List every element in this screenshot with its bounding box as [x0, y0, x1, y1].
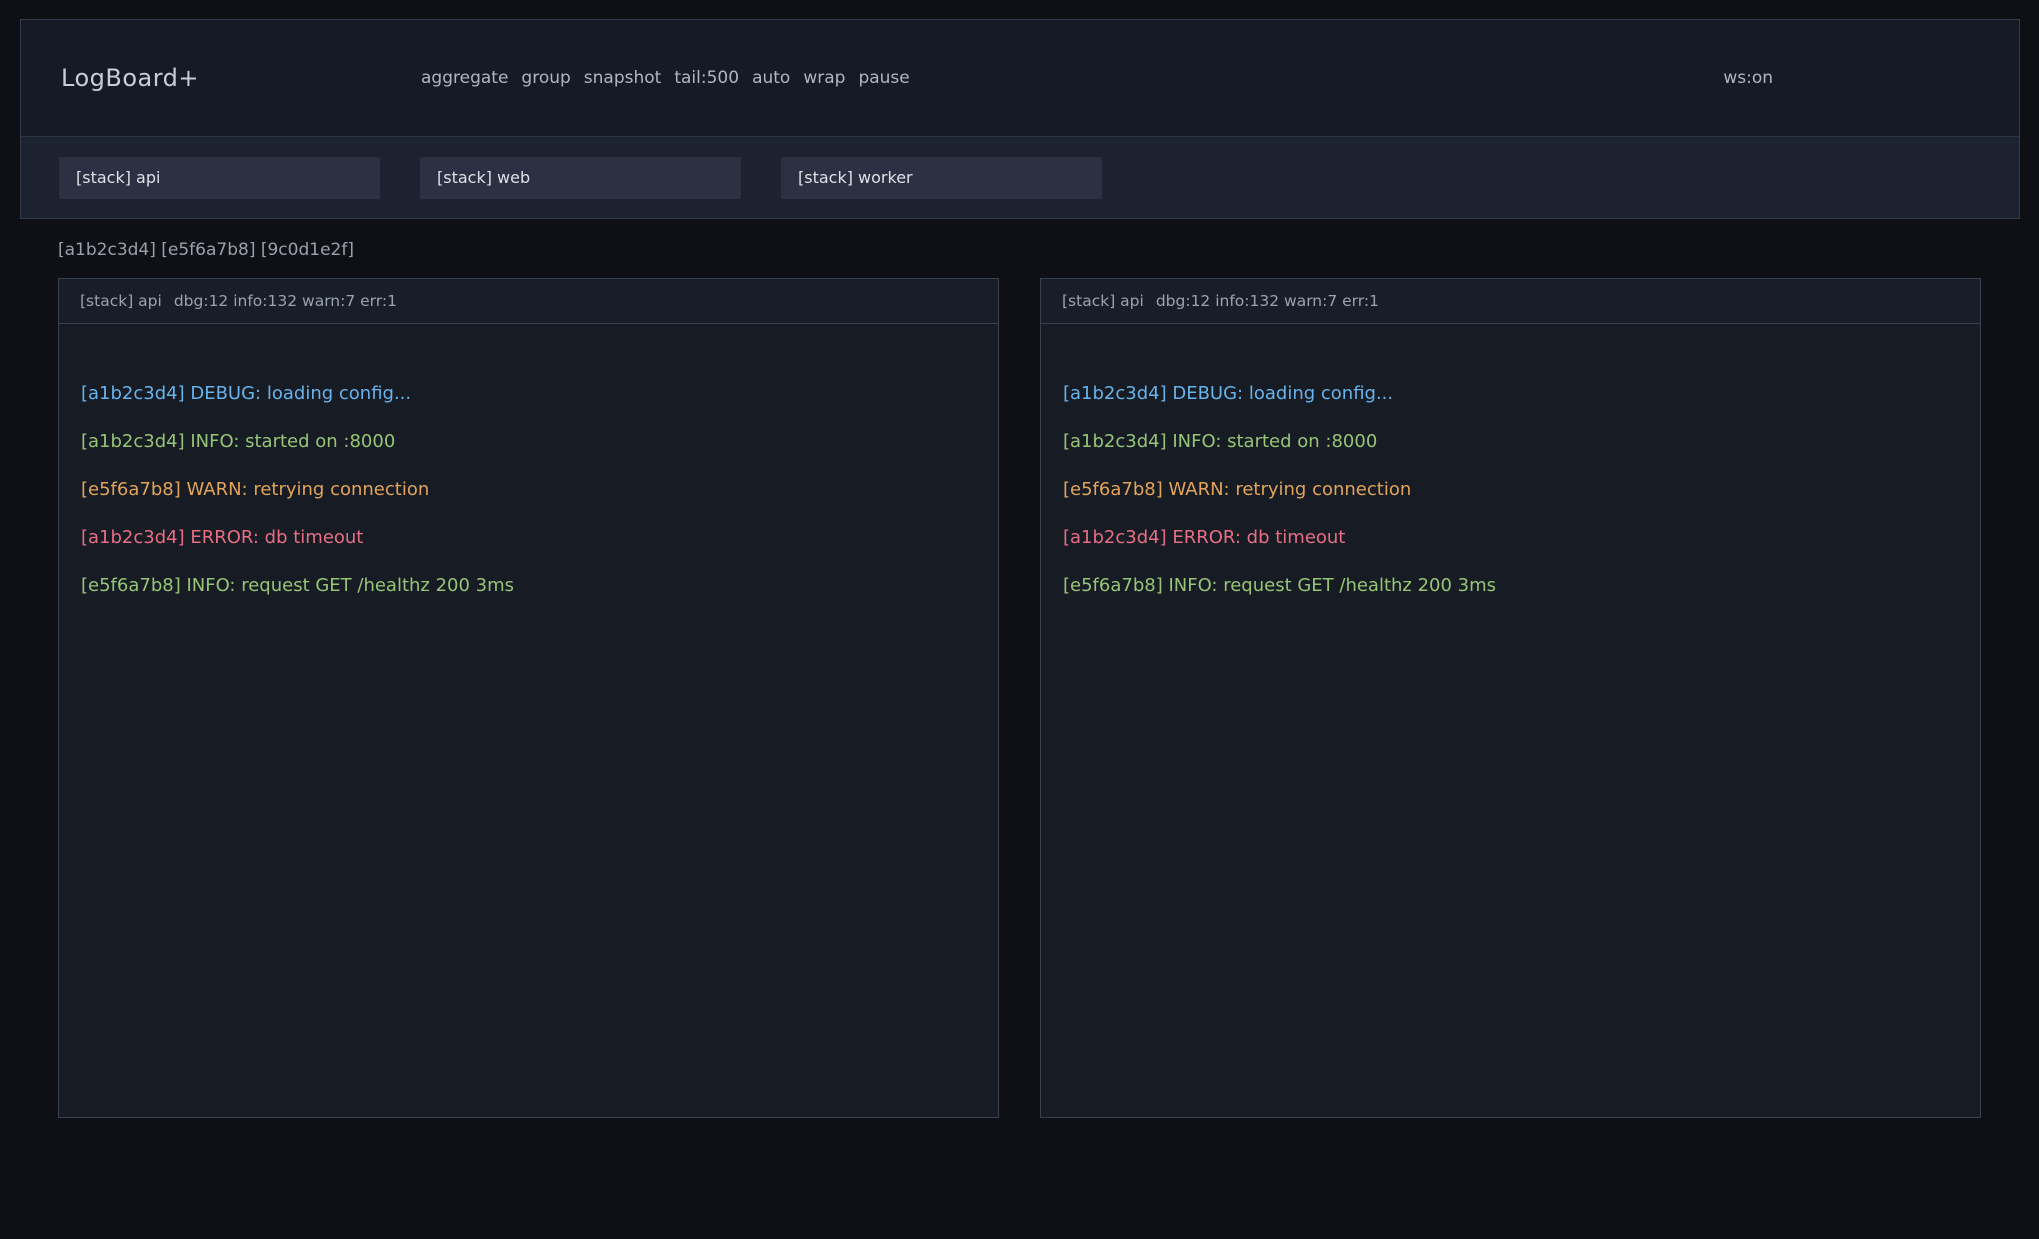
- tab-stack-api[interactable]: [stack] api: [59, 157, 380, 199]
- log-line: [e5f6a7b8] WARN: retrying connection: [1063, 466, 1958, 514]
- log-line: [a1b2c3d4] ERROR: db timeout: [1063, 514, 1958, 562]
- menu-item-snapshot[interactable]: snapshot: [584, 68, 662, 88]
- tab-stack-worker[interactable]: [stack] worker: [781, 157, 1102, 199]
- log-line: [e5f6a7b8] WARN: retrying connection: [81, 466, 976, 514]
- log-panels: [stack] api dbg:12 info:132 warn:7 err:1…: [58, 278, 1981, 1118]
- menu-item-wrap[interactable]: wrap: [803, 68, 845, 88]
- panel-stats: dbg:12 info:132 warn:7 err:1: [174, 292, 397, 310]
- log-line: [a1b2c3d4] INFO: started on :8000: [81, 418, 976, 466]
- panel-source-label: [stack] api: [1062, 292, 1144, 310]
- ws-status-toggle[interactable]: ws:on: [1723, 68, 1773, 88]
- log-panel-header: [stack] api dbg:12 info:132 warn:7 err:1: [59, 279, 998, 324]
- panel-stats: dbg:12 info:132 warn:7 err:1: [1156, 292, 1379, 310]
- log-line: [a1b2c3d4] DEBUG: loading config...: [1063, 370, 1958, 418]
- panel-source-label: [stack] api: [80, 292, 162, 310]
- app-title: LogBoard+: [61, 64, 421, 92]
- trace-id-list: [a1b2c3d4] [e5f6a7b8] [9c0d1e2f]: [58, 240, 354, 260]
- log-panel-left: [stack] api dbg:12 info:132 warn:7 err:1…: [58, 278, 999, 1118]
- stream-tabs: [stack] api [stack] web [stack] worker: [21, 137, 2019, 218]
- log-line: [e5f6a7b8] INFO: request GET /healthz 20…: [1063, 562, 1958, 610]
- log-line: [e5f6a7b8] INFO: request GET /healthz 20…: [81, 562, 976, 610]
- log-line: [a1b2c3d4] ERROR: db timeout: [81, 514, 976, 562]
- menu-item-pause[interactable]: pause: [858, 68, 909, 88]
- log-panel-header: [stack] api dbg:12 info:132 warn:7 err:1: [1041, 279, 1980, 324]
- menu-item-auto[interactable]: auto: [752, 68, 790, 88]
- topbar-main: LogBoard+ aggregate group snapshot tail:…: [21, 20, 2019, 137]
- menu-item-aggregate[interactable]: aggregate: [421, 68, 508, 88]
- tab-stack-web[interactable]: [stack] web: [420, 157, 741, 199]
- toolbar: aggregate group snapshot tail:500 auto w…: [421, 68, 910, 88]
- menu-item-tail[interactable]: tail:500: [674, 68, 739, 88]
- menu-item-group[interactable]: group: [521, 68, 570, 88]
- topbar: LogBoard+ aggregate group snapshot tail:…: [20, 19, 2020, 219]
- log-line: [a1b2c3d4] DEBUG: loading config...: [81, 370, 976, 418]
- log-line: [a1b2c3d4] INFO: started on :8000: [1063, 418, 1958, 466]
- log-viewport[interactable]: [a1b2c3d4] DEBUG: loading config... [a1b…: [59, 324, 998, 1117]
- log-viewport[interactable]: [a1b2c3d4] DEBUG: loading config... [a1b…: [1041, 324, 1980, 1117]
- log-panel-right: [stack] api dbg:12 info:132 warn:7 err:1…: [1040, 278, 1981, 1118]
